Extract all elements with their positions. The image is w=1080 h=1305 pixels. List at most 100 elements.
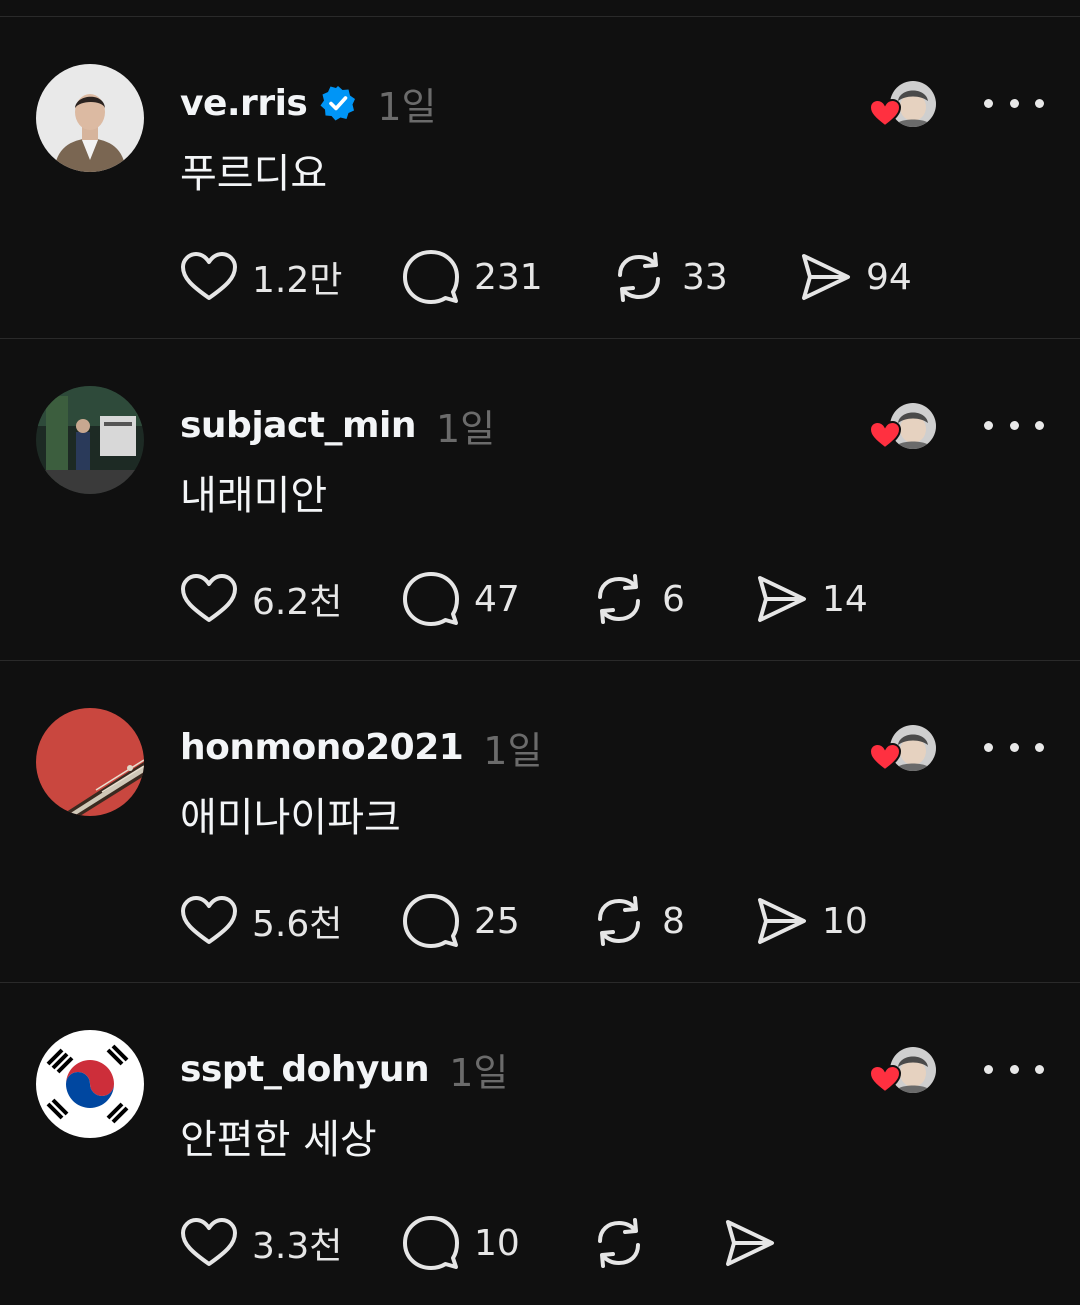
red-guitar-avatar-icon — [36, 708, 144, 816]
heart-icon — [181, 574, 237, 622]
repost-icon — [618, 252, 660, 302]
post-time: 1일 — [483, 728, 543, 773]
action-bar: 6.2천 47 6 14 — [180, 569, 1040, 629]
send-icon — [726, 1220, 774, 1266]
post-time: 1일 — [377, 84, 437, 129]
heart-badge-icon — [868, 420, 902, 450]
more-dot — [1035, 98, 1044, 108]
user-avatar[interactable] — [36, 708, 144, 816]
send-icon — [758, 898, 806, 944]
username[interactable]: honmono2021 — [180, 727, 464, 768]
like-count: 5.6천 — [252, 904, 343, 945]
post-time: 1일 — [449, 1050, 509, 1095]
comment-icon — [403, 894, 459, 948]
send-icon — [802, 254, 850, 300]
share-button[interactable] — [724, 1213, 790, 1273]
share-count: 10 — [822, 900, 868, 942]
user-avatar[interactable] — [36, 64, 144, 172]
username[interactable]: sspt_dohyun — [180, 1049, 430, 1090]
repost-button[interactable]: 6 — [590, 569, 685, 629]
heart-badge-icon — [868, 742, 902, 772]
liked-by-indicator[interactable] — [868, 403, 938, 451]
more-dot — [1009, 420, 1019, 430]
post-text: 안편한 세상 — [180, 1117, 377, 1163]
post-time: 1일 — [436, 406, 496, 451]
comment-button[interactable]: 10 — [402, 1213, 520, 1273]
liked-by-indicator[interactable] — [868, 725, 938, 773]
more-options-button[interactable] — [984, 733, 1044, 761]
username[interactable]: ve.rris — [180, 83, 308, 124]
thread-post[interactable]: sspt_dohyun 1일 안편한 세상 3.3천 10 — [0, 983, 1080, 1305]
repost-count: 8 — [662, 900, 685, 942]
repost-icon — [598, 896, 640, 946]
korean-flag-avatar-icon — [36, 1030, 144, 1138]
thread-post[interactable]: subjact_min 1일 내래미안 6.2천 47 6 14 — [0, 339, 1080, 661]
more-options-button[interactable] — [984, 89, 1044, 117]
like-count: 6.2천 — [252, 582, 343, 623]
thread-post[interactable]: honmono2021 1일 애미나이파크 5.6천 25 8 10 — [0, 661, 1080, 983]
repost-icon — [598, 574, 640, 624]
comment-count: 47 — [474, 578, 520, 620]
comment-button[interactable]: 25 — [402, 891, 520, 951]
repost-button[interactable]: 33 — [610, 247, 728, 307]
thread-post[interactable]: ve.rris 1일 푸르디요 1.2만 231 33 94 — [0, 17, 1080, 339]
more-options-button[interactable] — [984, 411, 1044, 439]
username[interactable]: subjact_min — [180, 405, 417, 446]
street-scene-avatar-icon — [36, 386, 144, 494]
more-options-button[interactable] — [984, 1055, 1044, 1083]
action-bar: 1.2만 231 33 94 — [180, 247, 1040, 307]
post-text: 내래미안 — [180, 473, 328, 519]
repost-icon — [598, 1218, 640, 1268]
post-text: 푸르디요 — [180, 151, 328, 197]
repost-count: 6 — [662, 578, 685, 620]
more-dot — [984, 1064, 993, 1074]
liked-by-indicator[interactable] — [868, 1047, 938, 1095]
post-header: honmono2021 1일 — [180, 721, 542, 773]
comment-icon — [403, 250, 459, 304]
comment-count: 10 — [474, 1222, 520, 1264]
user-avatar[interactable] — [36, 386, 144, 494]
heart-icon — [181, 252, 237, 300]
like-count: 1.2만 — [252, 260, 343, 301]
post-header: sspt_dohyun 1일 — [180, 1043, 508, 1095]
comment-button[interactable]: 47 — [402, 569, 520, 629]
share-button[interactable]: 10 — [756, 891, 868, 951]
verified-badge-icon — [319, 84, 357, 122]
more-dot — [984, 420, 993, 430]
post-text: 애미나이파크 — [180, 795, 401, 841]
more-dot — [984, 742, 993, 752]
like-button[interactable]: 6.2천 — [180, 569, 342, 629]
comment-button[interactable]: 231 — [402, 247, 543, 307]
share-count: 94 — [866, 256, 912, 298]
share-button[interactable]: 14 — [756, 569, 868, 629]
like-button[interactable]: 5.6천 — [180, 891, 342, 951]
man-in-suit-avatar-icon — [36, 64, 144, 172]
post-header: ve.rris 1일 — [180, 77, 436, 129]
more-dot — [984, 98, 993, 108]
action-bar: 3.3천 10 — [180, 1213, 1040, 1273]
heart-icon — [181, 896, 237, 944]
user-avatar[interactable] — [36, 1030, 144, 1138]
heart-icon — [181, 1218, 237, 1266]
more-dot — [1009, 1064, 1019, 1074]
like-button[interactable]: 3.3천 — [180, 1213, 342, 1273]
repost-count: 33 — [682, 256, 728, 298]
more-dot — [1035, 420, 1044, 430]
send-icon — [758, 576, 806, 622]
action-bar: 5.6천 25 8 10 — [180, 891, 1040, 951]
more-dot — [1035, 742, 1044, 752]
like-button[interactable]: 1.2만 — [180, 247, 342, 307]
repost-button[interactable] — [590, 1213, 662, 1273]
post-header: subjact_min 1일 — [180, 399, 495, 451]
heart-badge-icon — [868, 1064, 902, 1094]
more-dot — [1009, 98, 1019, 108]
repost-button[interactable]: 8 — [590, 891, 685, 951]
more-dot — [1009, 742, 1019, 752]
share-button[interactable]: 94 — [800, 247, 912, 307]
like-count: 3.3천 — [252, 1226, 343, 1267]
liked-by-indicator[interactable] — [868, 81, 938, 129]
comment-count: 231 — [474, 256, 543, 298]
comment-count: 25 — [474, 900, 520, 942]
comment-icon — [403, 572, 459, 626]
comment-icon — [403, 1216, 459, 1270]
